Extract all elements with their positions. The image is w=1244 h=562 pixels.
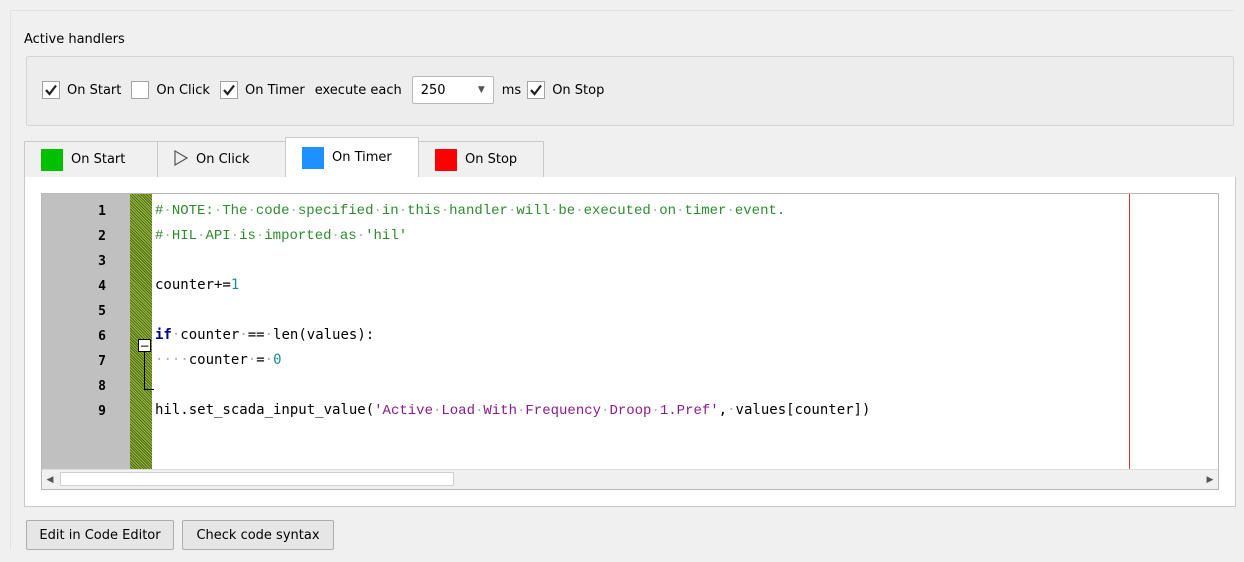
- on-start-label: On Start: [67, 82, 122, 98]
- tab-label: On Stop: [465, 152, 518, 167]
- tab-on-timer[interactable]: On Timer: [285, 137, 419, 177]
- red-square-icon: [435, 148, 457, 171]
- line-number: 7: [98, 354, 106, 369]
- scrollbar-thumb[interactable]: [60, 472, 454, 486]
- code-line: ····counter·=·0: [155, 352, 282, 368]
- line-number: 2: [98, 229, 106, 244]
- blue-square-icon: [302, 146, 324, 169]
- handlers-row: On Start On Click On Timer execute each …: [42, 76, 614, 104]
- interval-unit: ms: [501, 82, 522, 98]
- code-line: hil.set_scada_input_value('Active·Load·W…: [155, 402, 871, 419]
- green-square-icon: [41, 148, 63, 171]
- line-number: 5: [98, 304, 106, 319]
- check-icon: [42, 81, 60, 99]
- fold-margin: [130, 194, 152, 470]
- on-timer-checkbox[interactable]: On Timer: [219, 81, 305, 99]
- scroll-left-icon[interactable]: ◀: [42, 472, 58, 488]
- code-line: #·NOTE:·The·code·specified·in·this·handl…: [155, 203, 786, 219]
- tab-on-stop[interactable]: On Stop: [418, 141, 544, 177]
- unchecked-box-icon: [131, 81, 150, 99]
- fold-guide: [144, 352, 145, 390]
- handler-tabs: On Start On Click On Timer On Stop: [24, 137, 544, 177]
- horizontal-scrollbar[interactable]: ◀ ▶: [42, 469, 1218, 489]
- tab-on-start[interactable]: On Start: [24, 141, 158, 177]
- section-title: Active handlers: [24, 32, 125, 47]
- tab-label: On Start: [71, 152, 126, 167]
- line-number: 9: [98, 404, 106, 419]
- on-timer-label: On Timer: [244, 82, 305, 98]
- interval-value: 250: [420, 82, 446, 98]
- fold-guide-end: [144, 389, 154, 390]
- check-code-syntax-button[interactable]: Check code syntax: [182, 520, 334, 550]
- on-stop-label: On Stop: [552, 82, 605, 98]
- dropdown-arrow-icon[interactable]: ▼: [478, 85, 485, 95]
- on-click-checkbox[interactable]: On Click: [131, 81, 210, 99]
- on-click-label: On Click: [156, 82, 210, 98]
- line-number: 6: [98, 329, 106, 344]
- edge-marker-line: [1129, 194, 1130, 470]
- on-start-checkbox[interactable]: On Start: [42, 81, 121, 99]
- tab-on-click[interactable]: On Click: [157, 141, 286, 177]
- execute-each-label: execute each: [314, 82, 402, 98]
- code-line: counter+=1: [155, 277, 240, 293]
- fold-toggle-icon[interactable]: −: [138, 339, 151, 352]
- on-stop-checkbox[interactable]: On Stop: [527, 81, 604, 99]
- edit-in-code-editor-button[interactable]: Edit in Code Editor: [26, 520, 174, 550]
- line-number: 3: [98, 254, 106, 269]
- play-outline-icon: [174, 149, 189, 170]
- line-number: 1: [98, 204, 106, 219]
- code-line: #·HIL·API·is·imported·as·'hil': [155, 228, 408, 244]
- interval-combobox[interactable]: 250 ▼: [411, 76, 494, 104]
- check-icon: [527, 81, 546, 99]
- check-icon: [219, 81, 238, 99]
- line-number: 4: [98, 279, 106, 294]
- scroll-right-icon[interactable]: ▶: [1202, 472, 1218, 488]
- code-editor[interactable]: 1 2 3 4 5 6 7 8 9 #·NOTE:·The·code·speci…: [41, 193, 1219, 490]
- tab-label: On Timer: [332, 150, 392, 165]
- tab-label: On Click: [196, 152, 250, 167]
- code-line: if·counter·==·len(values):: [155, 327, 375, 343]
- line-number: 8: [98, 379, 106, 394]
